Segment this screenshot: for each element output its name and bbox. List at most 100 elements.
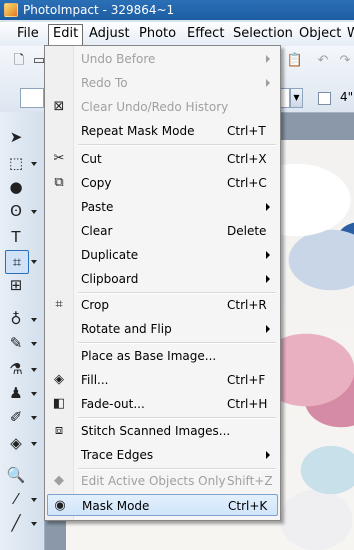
crop-tool-icon[interactable]: ⌗	[5, 250, 29, 274]
menu-item-crop[interactable]: ⌗ Crop Ctrl+R	[47, 294, 278, 316]
menu-item-fade-out[interactable]: ◧ Fade-out... Ctrl+H	[47, 393, 278, 415]
menu-adjust[interactable]: Adjust	[86, 25, 133, 43]
menu-item-clipboard[interactable]: Clipboard	[47, 268, 278, 290]
menu-item-mask-mode[interactable]: ◉ Mask Mode Ctrl+K	[47, 494, 278, 516]
tool-flyout-arrow[interactable]	[31, 522, 37, 526]
toolbar-checkbox[interactable]	[318, 92, 331, 105]
menu-item-shortcut: Ctrl+K	[228, 499, 268, 513]
clone-tool-icon[interactable]: ⚗	[5, 358, 27, 380]
toolbar-combo-dropdown[interactable]: ▼	[290, 88, 303, 108]
pick-tool-icon[interactable]: ➤	[5, 126, 27, 148]
undo-icon[interactable]: ↶	[314, 52, 332, 70]
fade-out-icon: ◧	[52, 396, 66, 411]
tool-flyout-arrow[interactable]	[31, 318, 37, 322]
submenu-arrow-icon	[266, 275, 270, 283]
tool-flyout-arrow[interactable]	[31, 260, 37, 264]
menu-edit[interactable]: Edit	[48, 24, 84, 47]
tool-flyout-arrow[interactable]	[31, 368, 37, 372]
menu-item-shortcut: Ctrl+X	[227, 152, 267, 166]
menu-item-redo-to[interactable]: Redo To	[47, 72, 278, 94]
menu-bar: File Edit Adjust Photo Effect Selection …	[0, 22, 354, 47]
menu-item-label: Stitch Scanned Images...	[81, 424, 231, 438]
menu-item-trace-edges[interactable]: Trace Edges	[47, 444, 278, 466]
toolbar-field[interactable]	[20, 88, 44, 108]
brush-tool-icon[interactable]: ✎	[5, 332, 27, 354]
menu-item-shortcut: Ctrl+C	[227, 176, 267, 190]
mask-mode-tool-icon[interactable]: ●	[5, 176, 27, 198]
menu-item-label: Duplicate	[81, 248, 139, 262]
tool-flyout-arrow[interactable]	[31, 392, 37, 396]
menu-window[interactable]: W	[344, 25, 354, 43]
menu-selection[interactable]: Selection	[230, 25, 296, 43]
line-tool-icon[interactable]: ╱	[5, 512, 27, 534]
clear-history-icon: ⊠	[53, 99, 65, 114]
menu-separator	[78, 468, 276, 470]
menu-item-repeat-mask-mode[interactable]: Repeat Mask Mode Ctrl+T	[47, 120, 278, 142]
tool-flyout-arrow[interactable]	[31, 210, 37, 214]
tool-flyout-arrow[interactable]	[31, 416, 37, 420]
menu-photo[interactable]: Photo	[136, 25, 179, 43]
app-icon	[4, 3, 18, 17]
menu-item-clear[interactable]: Clear Delete	[47, 220, 278, 242]
paste-icon[interactable]: 📋	[286, 52, 304, 70]
stitch-icon: ⧈	[54, 423, 64, 438]
menu-file[interactable]: File	[14, 25, 42, 43]
text-tool-icon[interactable]: T	[5, 226, 27, 248]
menu-item-label: Redo To	[81, 76, 128, 90]
menu-item-label: Crop	[81, 298, 110, 312]
menu-item-label: Clipboard	[81, 272, 139, 286]
stamp-tool-icon[interactable]: ♟	[5, 382, 27, 404]
toolbar-combo[interactable]	[280, 88, 290, 108]
menu-item-label: Paste	[81, 200, 114, 214]
menu-item-rotate-and-flip[interactable]: Rotate and Flip	[47, 318, 278, 340]
menu-item-paste[interactable]: Paste	[47, 196, 278, 218]
menu-item-cut[interactable]: ✂ Cut Ctrl+X	[47, 148, 278, 170]
menu-item-undo-before[interactable]: Undo Before	[47, 48, 278, 70]
submenu-arrow-icon	[266, 55, 270, 63]
menu-item-copy[interactable]: ⧉ Copy Ctrl+C	[47, 172, 278, 194]
menu-item-clear-undo-redo-history[interactable]: ⊠ Clear Undo/Redo History	[47, 96, 278, 118]
menu-separator	[78, 292, 276, 294]
menu-item-stitch-scanned-images[interactable]: ⧈ Stitch Scanned Images...	[47, 420, 278, 442]
menu-separator	[78, 417, 276, 419]
menu-item-fill[interactable]: ◈ Fill... Ctrl+F	[47, 369, 278, 391]
scissors-icon: ✂	[53, 151, 65, 166]
tool-flyout-arrow[interactable]	[31, 162, 37, 166]
menu-object[interactable]: Object	[296, 25, 344, 43]
menu-item-label: Repeat Mask Mode	[81, 124, 195, 138]
menu-item-label: Cut	[81, 152, 102, 166]
size-value: 4"	[340, 90, 354, 104]
menu-item-label: Copy	[81, 176, 112, 190]
menu-item-duplicate[interactable]: Duplicate	[47, 244, 278, 266]
menu-item-place-as-base-image[interactable]: Place as Base Image...	[47, 345, 278, 367]
edit-objects-icon: ◆	[54, 473, 64, 488]
paint-tool-icon[interactable]: ♁	[5, 308, 27, 330]
tool-flyout-arrow[interactable]	[31, 342, 37, 346]
menu-item-shortcut: Ctrl+F	[227, 373, 266, 387]
menu-item-shortcut: Ctrl+H	[227, 397, 268, 411]
redo-icon[interactable]: ↷	[336, 52, 354, 70]
tool-flyout-arrow[interactable]	[31, 442, 37, 446]
menu-effect[interactable]: Effect	[184, 25, 227, 43]
new-file-icon[interactable]: 🗋	[10, 52, 28, 70]
edit-menu-dropdown: Undo Before Redo To ⊠ Clear Undo/Redo Hi…	[44, 45, 281, 521]
lasso-tool-icon[interactable]: ʘ	[5, 200, 27, 222]
standard-selection-tool-icon[interactable]: ⬚	[5, 152, 27, 174]
tool-flyout-arrow[interactable]	[31, 498, 37, 502]
menu-item-label: Clear	[81, 224, 113, 238]
menu-item-label: Trace Edges	[81, 448, 154, 462]
submenu-arrow-icon	[266, 79, 270, 87]
eyedropper-tool-icon[interactable]: ⁄	[5, 488, 27, 510]
tool-panel: ➤ ⬚ ● ʘ T ⌗ ⊞ ♁ ✎ ⚗ ♟ ✐ ◈ 🔍 ⁄ ╱	[0, 112, 45, 550]
transform-tool-icon[interactable]: ⊞	[5, 274, 27, 296]
eraser-tool-icon[interactable]: ✐	[5, 406, 27, 428]
menu-item-edit-active-objects-only[interactable]: ◆ Edit Active Objects Only Shift+Z	[47, 470, 278, 492]
crop-icon: ⌗	[55, 297, 63, 312]
zoom-tool-icon[interactable]: 🔍	[5, 464, 27, 486]
submenu-arrow-icon	[266, 325, 270, 333]
window-title: PhotoImpact - 329864~1	[23, 3, 175, 17]
menu-item-shortcut: Shift+Z	[227, 474, 273, 488]
fill-tool-icon[interactable]: ◈	[5, 432, 27, 454]
menu-separator	[78, 144, 276, 146]
fill-bucket-icon: ◈	[54, 372, 64, 387]
